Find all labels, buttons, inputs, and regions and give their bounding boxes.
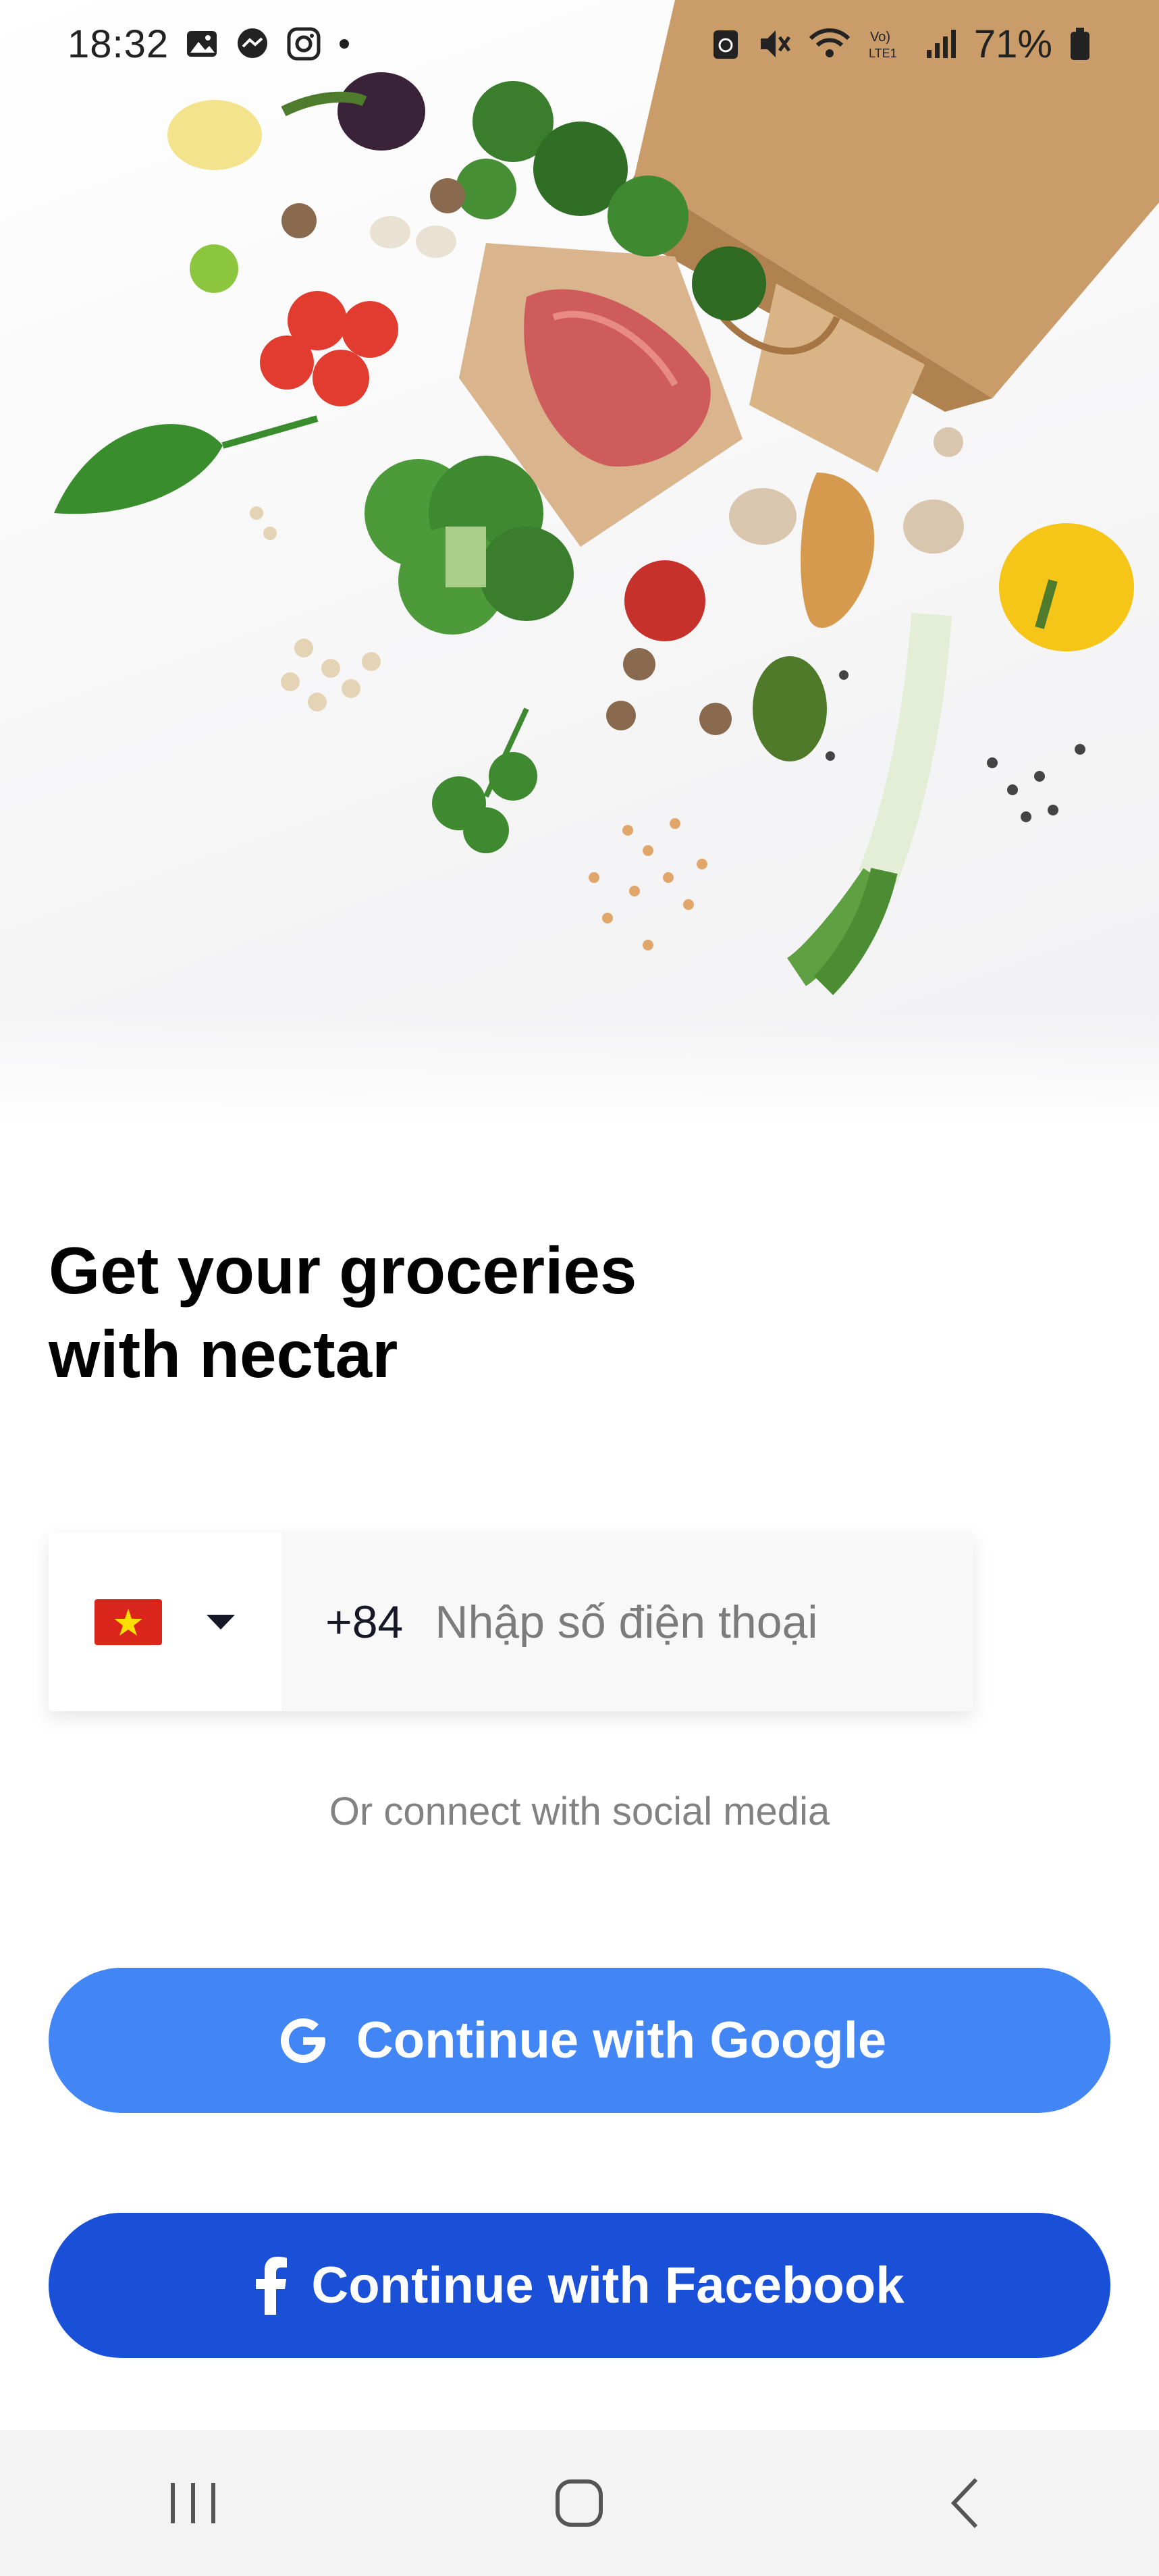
cilantro — [432, 707, 537, 853]
status-bar: 18:32 Vo) LTE1 71% — [0, 0, 1159, 88]
lime — [190, 244, 238, 293]
leek — [786, 613, 952, 996]
vietnam-flag-icon — [94, 1599, 162, 1645]
recent-apps-icon[interactable] — [126, 2456, 261, 2550]
messenger-icon — [235, 26, 270, 61]
status-right: Vo) LTE1 71% — [711, 22, 1091, 67]
hero-groceries-image: 18:32 Vo) LTE1 71% — [0, 0, 1159, 1127]
page-title-line-2: with nectar — [49, 1317, 398, 1391]
navigation-bar — [0, 2430, 1159, 2576]
instagram-icon — [286, 26, 321, 61]
hero-fade — [0, 1013, 1159, 1127]
facebook-icon — [254, 2255, 288, 2316]
lentils — [589, 818, 707, 950]
status-time: 18:32 — [68, 22, 169, 66]
back-icon[interactable] — [898, 2456, 1033, 2550]
dot-icon — [338, 37, 351, 51]
battery-percent: 71% — [973, 22, 1052, 66]
dial-code: +84 — [325, 1596, 404, 1648]
chevron-down-icon — [205, 1613, 236, 1631]
wifi-icon — [808, 26, 851, 61]
baguette — [801, 473, 875, 628]
battery-saver-icon — [711, 26, 740, 61]
battery-icon — [1069, 26, 1091, 61]
facebook-button-label: Continue with Facebook — [311, 2257, 905, 2314]
chickpeas — [250, 506, 381, 712]
yellow-pepper — [999, 523, 1134, 651]
volte-icon: Vo) LTE1 — [867, 26, 908, 61]
home-icon[interactable] — [512, 2456, 647, 2550]
continue-with-google-button[interactable]: Continue with Google — [49, 1968, 1110, 2113]
lemon — [167, 100, 262, 170]
tomatoes — [260, 291, 398, 406]
mute-icon — [757, 26, 792, 61]
google-icon — [273, 2010, 333, 2071]
gallery-icon — [185, 27, 219, 61]
svg-text:Vo): Vo) — [870, 30, 890, 45]
phone-input-card: +84 — [49, 1532, 973, 1711]
svg-text:LTE1: LTE1 — [869, 47, 897, 60]
apple — [624, 560, 705, 641]
page-title-line-1: Get your groceries — [49, 1233, 637, 1308]
status-left: 18:32 — [68, 22, 351, 67]
phone-number-input[interactable] — [433, 1594, 950, 1649]
avocado — [753, 656, 827, 761]
google-button-label: Continue with Google — [356, 2012, 887, 2069]
quail-eggs — [370, 216, 456, 258]
continue-with-facebook-button[interactable]: Continue with Facebook — [49, 2213, 1110, 2358]
black-seeds — [826, 670, 1085, 822]
spinach-leaf — [54, 424, 223, 514]
country-code-dropdown[interactable] — [49, 1532, 281, 1711]
page-title: Get your groceries with nectar — [49, 1229, 791, 1396]
social-caption: Or connect with social media — [329, 1790, 830, 1833]
signal-icon — [924, 27, 958, 61]
groceries-illustration — [54, 0, 1159, 996]
